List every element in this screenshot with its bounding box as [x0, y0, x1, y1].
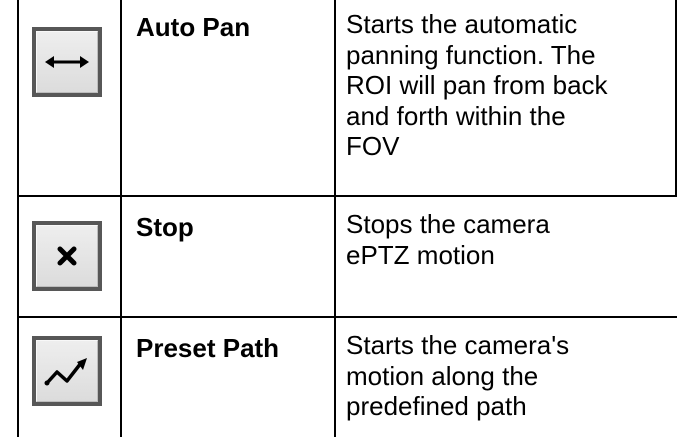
function-name: Auto Pan [136, 12, 251, 42]
row-divider-1 [17, 195, 677, 197]
table-divider-2 [334, 0, 336, 437]
function-description: Starts the camera's motion along the pre… [346, 330, 570, 421]
function-description: Stops the camera ePTZ motion [346, 209, 550, 270]
function-name: Preset Path [136, 333, 280, 363]
preset-path-button[interactable] [32, 336, 102, 406]
zigzag-path-icon [44, 358, 87, 386]
close-x-icon [57, 246, 77, 266]
function-name: Stop [136, 212, 194, 242]
stop-button[interactable] [32, 221, 102, 291]
table-divider-1 [120, 0, 122, 437]
row-divider-2 [17, 316, 677, 318]
auto-pan-button[interactable] [32, 27, 102, 97]
function-description: Starts the automatic panning function. T… [346, 9, 608, 161]
table-border-left [17, 0, 19, 437]
left-right-arrow-icon [45, 56, 89, 68]
